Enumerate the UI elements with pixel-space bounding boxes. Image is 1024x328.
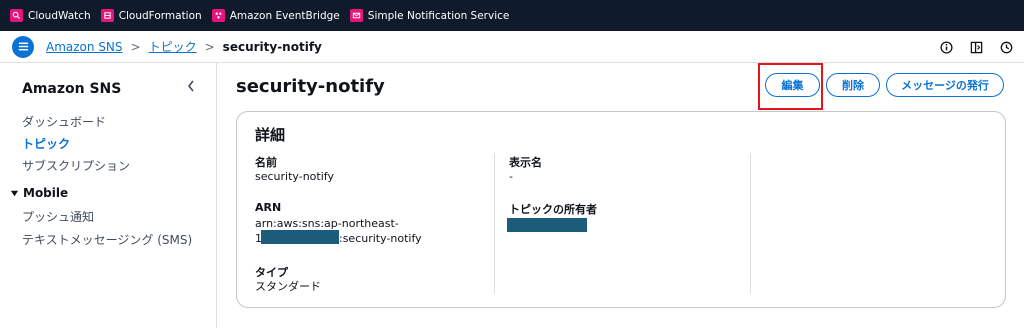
collapse-sidebar-button[interactable] [186, 79, 200, 97]
split-panel-icon[interactable] [968, 39, 984, 55]
arn-value-line1: arn:aws:sns:ap-northeast- [255, 217, 399, 230]
name-label: 名前 [255, 156, 277, 169]
breadcrumb-topics[interactable]: トピック [149, 38, 197, 55]
clock-icon[interactable] [998, 39, 1014, 55]
service-label: CloudFormation [118, 9, 202, 22]
menu-button[interactable] [12, 35, 34, 58]
name-value: security-notify [255, 170, 334, 183]
sidebar-item-subscriptions[interactable]: サブスクリプション [22, 157, 130, 174]
column-divider [494, 153, 495, 294]
eventbridge-icon [211, 9, 225, 22]
display-name-value: - [509, 170, 513, 183]
type-label: タイプ [255, 266, 288, 279]
sidebar-group-label: Mobile [23, 186, 69, 200]
service-label: CloudWatch [28, 9, 91, 22]
arn-label: ARN [255, 201, 282, 214]
sidebar-item-sms[interactable]: テキストメッセージング (SMS) [22, 231, 192, 248]
display-name-label: 表示名 [509, 156, 542, 169]
topic-owner-label: トピックの所有者 [509, 203, 597, 216]
page-title: security-notify [236, 76, 385, 97]
cloudwatch-icon [10, 9, 23, 22]
service-label: Amazon EventBridge [229, 9, 340, 22]
sidebar-item-push-notifications[interactable]: プッシュ通知 [22, 208, 94, 225]
sidebar: Amazon SNS ダッシュボード トピック サブスクリプション Mobile… [0, 63, 217, 328]
breadcrumb-separator: > [204, 39, 215, 54]
service-eventbridge[interactable]: Amazon EventBridge [211, 9, 340, 22]
breadcrumb-bar: Amazon SNS > トピック > security-notify [0, 31, 1024, 63]
chevron-left-icon [187, 80, 194, 92]
breadcrumb-current: security-notify [222, 39, 322, 54]
sidebar-title: Amazon SNS [22, 81, 122, 97]
sidebar-group-mobile[interactable]: Mobile [10, 186, 68, 200]
redacted-account-id [261, 230, 339, 244]
publish-message-button[interactable]: メッセージの発行 [886, 73, 1004, 97]
type-value: スタンダード [255, 280, 321, 293]
highlight-box [758, 63, 823, 110]
info-icon[interactable] [938, 39, 954, 55]
details-card: 詳細 名前 security-notify ARN arn:aws:sns:ap… [236, 111, 1006, 308]
service-cloudwatch[interactable]: CloudWatch [10, 9, 91, 22]
service-cloudformation[interactable]: CloudFormation [100, 9, 202, 22]
details-title: 詳細 [255, 126, 286, 144]
services-bar: CloudWatch CloudFormation Amazon EventBr… [0, 0, 1024, 31]
hamburger-icon [18, 42, 28, 51]
cloudformation-icon [100, 9, 114, 22]
sidebar-item-topics[interactable]: トピック [22, 135, 70, 152]
sns-icon [349, 9, 363, 22]
breadcrumb-amazon-sns[interactable]: Amazon SNS [46, 40, 123, 54]
service-sns[interactable]: Simple Notification Service [349, 9, 510, 22]
breadcrumb-separator: > [130, 39, 141, 54]
service-label: Simple Notification Service [367, 9, 510, 22]
delete-button[interactable]: 削除 [826, 73, 880, 97]
redacted-topic-owner [507, 218, 587, 232]
column-divider [750, 153, 751, 294]
arn-value-line2-suffix: :security-notify [339, 232, 422, 245]
sidebar-item-dashboard[interactable]: ダッシュボード [22, 113, 106, 130]
caret-down-icon [10, 190, 19, 196]
